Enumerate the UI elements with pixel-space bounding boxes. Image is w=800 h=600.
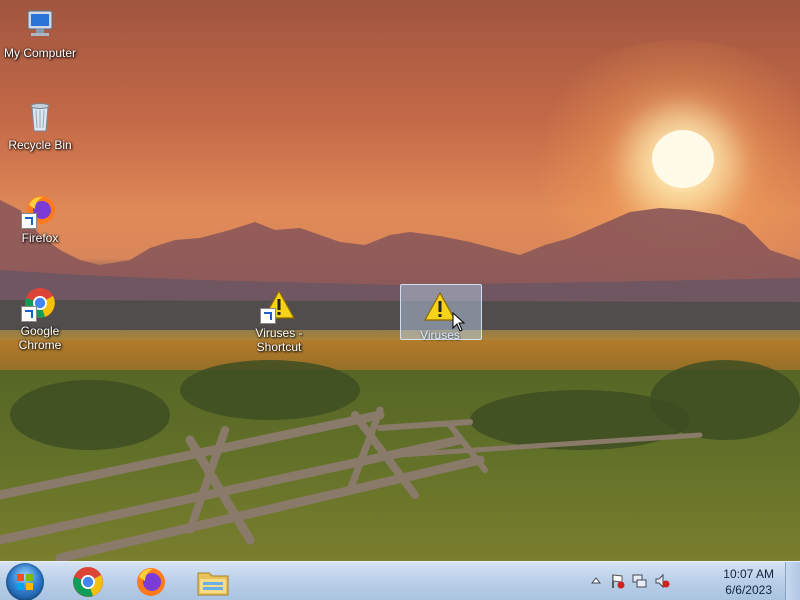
shortcut-arrow-icon: [21, 213, 37, 229]
desktop-icon-firefox[interactable]: Firefox: [2, 193, 78, 245]
volume-muted-icon[interactable]: [654, 573, 670, 589]
icon-label: My Computer: [3, 46, 77, 60]
taskbar-explorer-button[interactable]: [191, 564, 235, 600]
taskbar-chrome-button[interactable]: [66, 564, 110, 600]
network-icon[interactable]: [632, 573, 648, 589]
taskbar-firefox-button[interactable]: [129, 564, 173, 600]
clock-date: 6/6/2023: [725, 583, 772, 597]
desktop-icon-google-chrome[interactable]: Google Chrome: [2, 286, 78, 352]
icon-label: Recycle Bin: [8, 138, 72, 152]
desktop-icon-recycle-bin[interactable]: Recycle Bin: [2, 100, 78, 152]
taskbar: 10:07 AM 6/6/2023: [0, 561, 800, 600]
show-hidden-icons-icon[interactable]: [588, 573, 604, 589]
firefox-icon: [21, 193, 57, 229]
clock-time: 10:07 AM: [723, 567, 774, 581]
mouse-pointer-icon: [452, 312, 466, 332]
shortcut-arrow-icon: [21, 306, 37, 322]
icon-label: Firefox: [21, 231, 59, 245]
warning-icon: [260, 288, 296, 324]
windows-logo-icon: [17, 574, 33, 590]
wooden-fence: [0, 406, 703, 561]
desktop-icon-viruses[interactable]: Viruses: [400, 284, 482, 342]
desktop-icon-viruses-shortcut[interactable]: Viruses - Shortcut: [241, 288, 317, 354]
sun: [652, 130, 714, 188]
chrome-icon: [21, 286, 57, 322]
shortcut-arrow-icon: [260, 308, 276, 324]
show-desktop-button[interactable]: [785, 562, 800, 600]
desktop[interactable]: My Computer Recycle Bin Firefox Google C…: [0, 0, 800, 561]
chrome-icon: [73, 567, 103, 597]
desktop-icon-my-computer[interactable]: My Computer: [2, 8, 78, 60]
folder-icon: [197, 572, 229, 596]
start-button[interactable]: [6, 563, 44, 600]
computer-icon: [23, 8, 57, 42]
icon-label: Google Chrome: [18, 324, 62, 352]
clock[interactable]: 10:07 AM 6/6/2023: [723, 566, 774, 598]
firefox-icon: [137, 568, 165, 596]
icon-label: Viruses - Shortcut: [255, 326, 303, 354]
recycle-bin-icon: [23, 100, 57, 134]
action-center-flag-icon[interactable]: [610, 573, 626, 589]
